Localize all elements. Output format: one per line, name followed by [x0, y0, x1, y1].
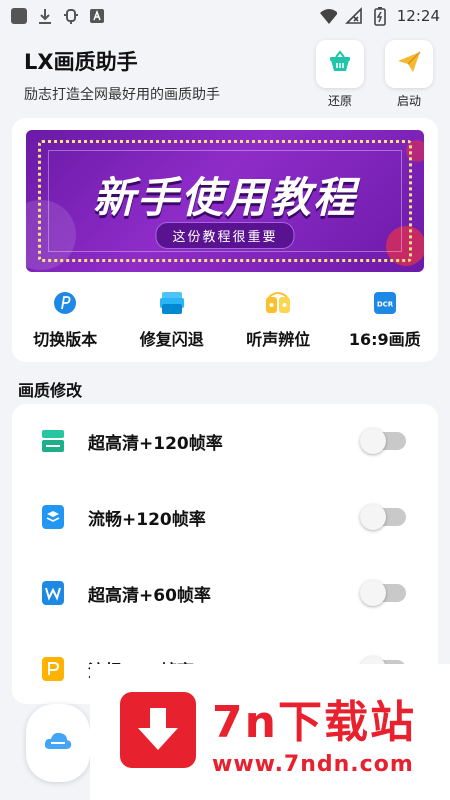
bug-icon: [62, 7, 80, 25]
banner-subtitle: 这份教程很重要: [155, 222, 295, 249]
ppt-doc-icon: [40, 656, 66, 682]
app-square-icon: [10, 7, 28, 25]
setting-label: 超高清+120帧率: [88, 433, 223, 454]
launch-button[interactable]: [385, 40, 433, 88]
status-left-icons: [10, 7, 106, 25]
setting-label: 流畅+120帧率: [88, 509, 206, 530]
watermark-name: 7n下载站: [212, 697, 416, 748]
quick-label: 修复闪退: [139, 330, 204, 349]
list-item: 流畅+120帧率: [12, 480, 438, 554]
toggle-knob: [360, 504, 386, 530]
paper-plane-icon: [396, 49, 422, 79]
quality-settings-list: 超高清+120帧率 流畅+120帧率 超高清+60帧率 流畅+60帧率: [12, 404, 438, 704]
quick-label: 16:9画质: [348, 330, 421, 349]
quick-actions: 切换版本 修复闪退 听声辨位 DCR 16:9画质: [12, 290, 438, 352]
quick-switch-version[interactable]: 切换版本: [12, 290, 119, 352]
dcr-icon: DCR: [372, 290, 398, 316]
signal-icon: [344, 7, 363, 25]
alert-a-icon: [88, 7, 106, 25]
p-circle-icon: [52, 290, 78, 316]
quick-sound-locate[interactable]: 听声辨位: [225, 290, 332, 352]
tray-icon: [40, 428, 66, 454]
word-doc-icon: [40, 580, 66, 606]
top-card: 新手使用教程 这份教程很重要 切换版本 修复闪退 听声辨位 DCR 16:9画质: [12, 118, 438, 362]
restore-label: 还原: [327, 94, 352, 108]
headset-icon: [265, 290, 291, 316]
toggle-knob: [360, 580, 386, 606]
quick-label: 切换版本: [33, 330, 98, 349]
layers-icon: [40, 504, 66, 530]
download-icon: [36, 7, 54, 25]
app-subtitle: 励志打造全网最好用的画质助手: [24, 87, 220, 103]
status-right: 12:24: [319, 7, 440, 26]
download-arrow-logo-icon: [120, 692, 196, 768]
battery-icon: [371, 7, 389, 26]
setting-label: 超高清+60帧率: [88, 585, 211, 606]
list-item: 超高清+120帧率: [12, 404, 438, 478]
banner-title: 新手使用教程: [92, 173, 357, 222]
status-bar: 12:24: [0, 0, 450, 32]
list-item: 超高清+60帧率: [12, 556, 438, 630]
quick-16-9[interactable]: DCR 16:9画质: [332, 290, 439, 352]
watermark: 7n下载站 www.7ndn.com: [90, 664, 450, 800]
quick-label: 听声辨位: [246, 330, 311, 349]
restore-button[interactable]: [316, 40, 364, 88]
section-title: 画质修改: [18, 381, 83, 400]
launch-label: 启动: [396, 94, 421, 108]
tutorial-banner[interactable]: 新手使用教程 这份教程很重要: [26, 130, 424, 272]
setting-toggle[interactable]: [360, 504, 406, 530]
watermark-url: www.7ndn.com: [212, 752, 414, 777]
app-header: LX画质助手 励志打造全网最好用的画质助手 还原 启动: [0, 38, 450, 114]
cloud-icon: [43, 729, 73, 757]
toggle-knob: [360, 428, 386, 454]
svg-text:DCR: DCR: [377, 301, 394, 309]
setting-toggle[interactable]: [360, 580, 406, 606]
status-time: 12:24: [396, 7, 440, 25]
basket-icon: [327, 49, 353, 79]
floating-cloud-button[interactable]: [26, 704, 90, 782]
app-title: LX画质助手: [24, 50, 138, 74]
wifi-icon: [319, 7, 337, 25]
stack-icon: [159, 290, 185, 316]
setting-toggle[interactable]: [360, 428, 406, 454]
quick-fix-crash[interactable]: 修复闪退: [119, 290, 226, 352]
